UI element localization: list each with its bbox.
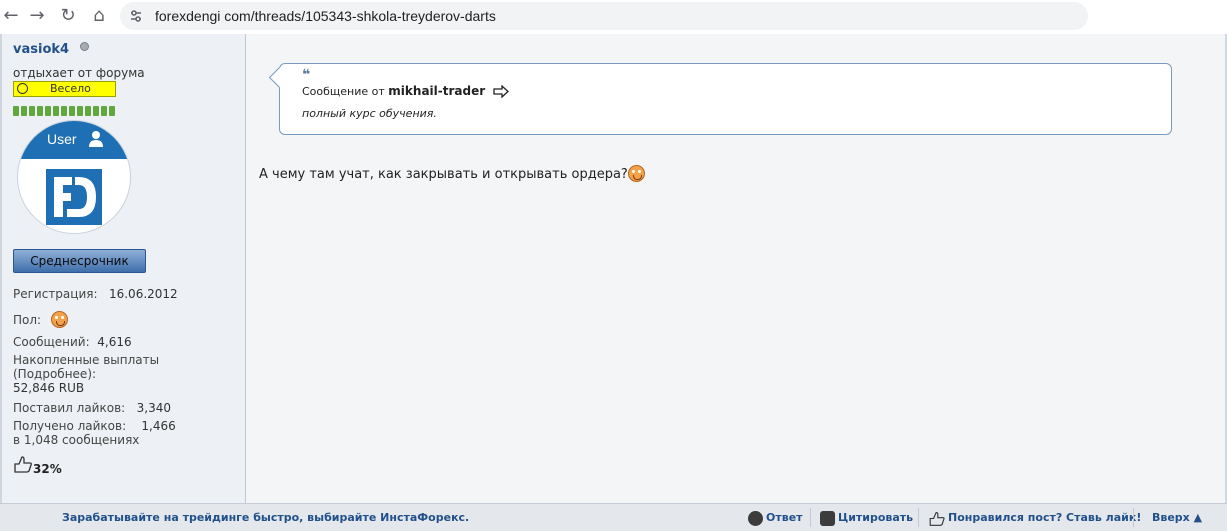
quote-button[interactable]: Цитировать <box>820 509 913 526</box>
gender-smiley-icon <box>50 311 68 328</box>
user-info-panel: vasiok4 отдыхает от форума Весело User С… <box>2 34 246 503</box>
message-body: А чему там учат, как закрывать и открыва… <box>259 165 645 182</box>
quote-prefix: Сообщение от <box>302 85 385 98</box>
site-info-icon[interactable] <box>128 8 144 24</box>
likes-received-label: Получено лайков: <box>13 419 127 433</box>
smiley-icon <box>627 165 645 182</box>
quote-bubble-icon <box>820 510 835 526</box>
forward-arrow-icon[interactable]: → <box>26 6 48 26</box>
forum-post: vasiok4 отдыхает от форума Весело User С… <box>0 34 1227 503</box>
gender-label: Пол: <box>13 313 42 327</box>
registration-row: Регистрация: 16.06.2012 <box>13 287 178 301</box>
mood-text: Весело <box>50 82 91 95</box>
mood-smiley-icon <box>17 83 28 94</box>
registration-value: 16.06.2012 <box>108 287 178 301</box>
post-footer: Зарабатывайте на трейдинге быстро, выбир… <box>0 503 1227 531</box>
quote-header: Сообщение от mikhail-trader <box>302 84 509 99</box>
payouts-value: 52,846 RUB <box>13 381 85 395</box>
like-label: Понравился пост? Ставь лайк! <box>948 511 1142 524</box>
url-text[interactable]: forexdengi com/threads/105343-shkola-tre… <box>155 8 496 24</box>
likes-received-row: Получено лайков: 1,466 в 1,048 сообщения… <box>13 419 176 447</box>
likes-given-value: 3,340 <box>136 401 172 415</box>
reload-icon[interactable]: ↻ <box>57 6 79 26</box>
fd-logo-icon <box>46 169 102 225</box>
back-arrow-icon[interactable]: ← <box>0 6 22 26</box>
footer-divider <box>810 508 811 527</box>
view-post-icon[interactable] <box>492 84 509 99</box>
payouts-details-link[interactable]: (Подробнее): <box>13 367 159 381</box>
address-bar[interactable]: forexdengi com/threads/105343-shkola-tre… <box>120 2 1088 30</box>
message-text: А чему там учат, как закрывать и открыва… <box>259 167 628 182</box>
likes-given-label: Поставил лайков: <box>13 401 126 415</box>
reply-button[interactable]: Ответ <box>748 509 803 526</box>
thumbs-up-icon <box>14 456 32 473</box>
likes-received-in: в 1,048 сообщениях <box>13 433 140 447</box>
rank-badge: Среднесрочник <box>13 249 146 273</box>
reply-icon <box>748 510 763 526</box>
browser-toolbar: ← → ↻ ⌂ forexdengi com/threads/105343-sh… <box>0 0 1227 35</box>
likes-received-value: 1,466 <box>141 419 176 433</box>
reply-label: Ответ <box>766 511 803 524</box>
gender-row: Пол: <box>13 311 68 328</box>
footer-divider <box>1133 508 1134 527</box>
registration-label: Регистрация: <box>13 287 98 301</box>
mood-badge: Весело <box>13 81 116 97</box>
ad-link[interactable]: Зарабатывайте на трейдинге быстро, выбир… <box>62 511 469 524</box>
likes-given-row: Поставил лайков: 3,340 <box>13 401 171 415</box>
home-icon[interactable]: ⌂ <box>88 6 110 26</box>
like-percent: 32% <box>33 462 62 476</box>
like-percent-row: 32% <box>13 454 73 478</box>
quote-pointer <box>268 66 291 89</box>
posts-label: Сообщений: <box>13 335 90 349</box>
reputation-bar <box>13 101 117 120</box>
quote-label: Цитировать <box>838 511 914 524</box>
username-link[interactable]: vasiok4 <box>13 42 69 57</box>
like-thumb-icon <box>929 511 945 526</box>
avatar-label: User <box>47 131 77 147</box>
avatar[interactable]: User <box>17 120 131 234</box>
post-content: ❝ Сообщение от mikhail-trader полный кур… <box>246 34 1225 503</box>
user-status: отдыхает от форума <box>13 66 145 80</box>
offline-status-icon <box>80 42 89 51</box>
back-to-top-button[interactable]: Вверх ▲ <box>1152 509 1202 526</box>
quote-block: ❝ Сообщение от mikhail-trader полный кур… <box>268 63 1172 135</box>
payouts-label: Накопленные выплаты <box>13 353 160 367</box>
quote-icon: ❝ <box>302 67 311 83</box>
posts-row: Сообщений: 4,616 <box>13 335 132 349</box>
quote-author-link[interactable]: mikhail-trader <box>388 84 485 98</box>
payouts-row: Накопленные выплаты (Подробнее): 52,846 … <box>13 353 159 395</box>
posts-value: 4,616 <box>97 335 132 349</box>
like-button[interactable]: Понравился пост? Ставь лайк! <box>928 509 1141 526</box>
user-silhouette-icon <box>89 131 103 147</box>
footer-divider <box>918 508 919 527</box>
quote-text: полный курс обучения. <box>302 107 437 120</box>
